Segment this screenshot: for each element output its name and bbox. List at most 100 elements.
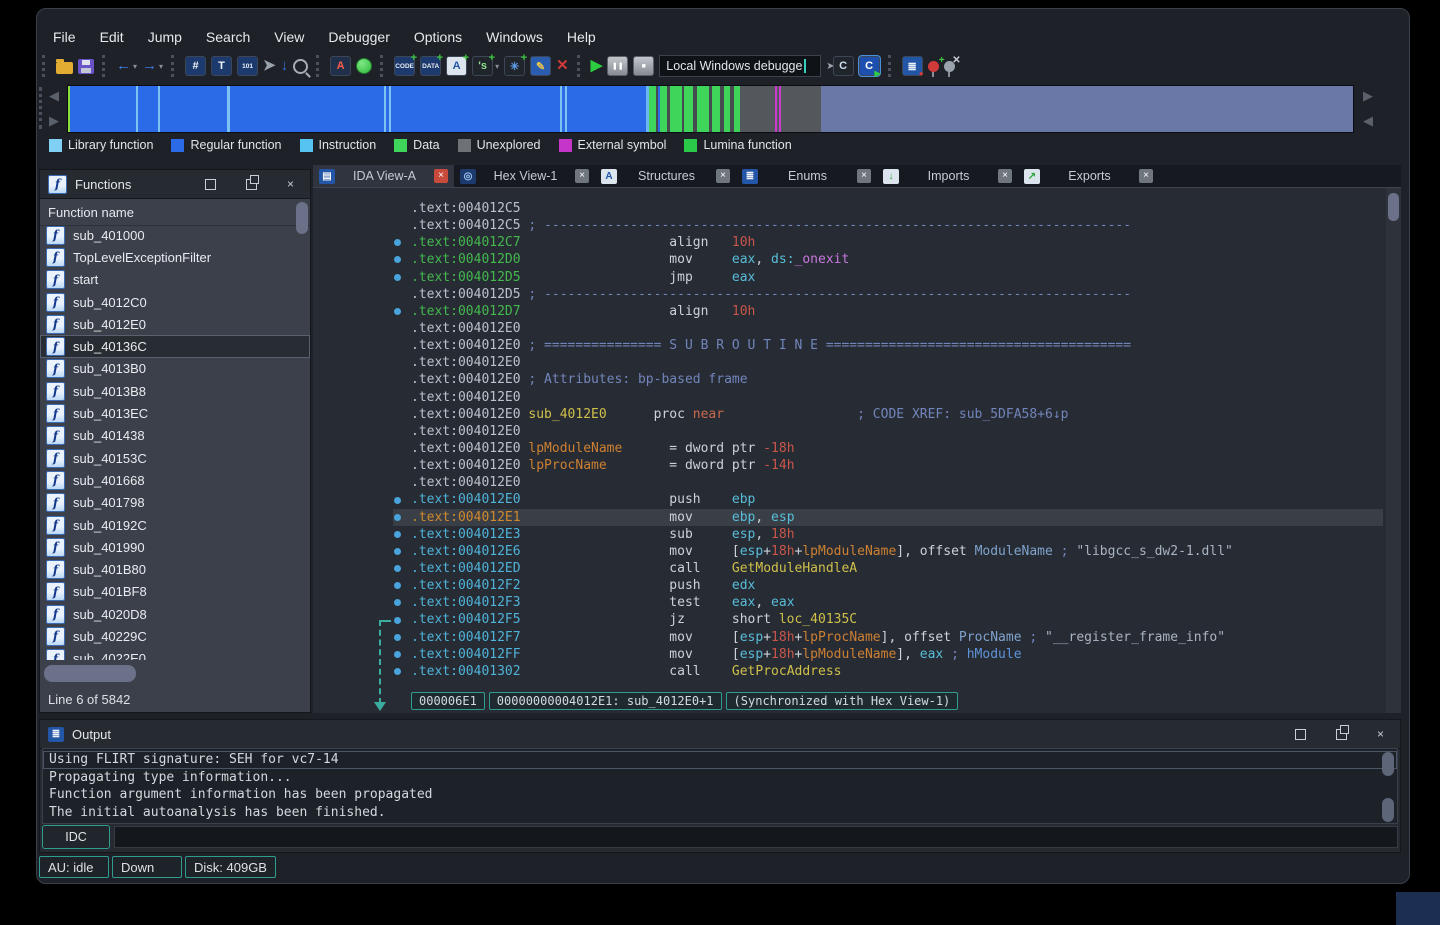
- listing-line[interactable]: .text:004012E0 ; =============== S U B R…: [313, 337, 1401, 354]
- disassembly-vertical-scrollbar[interactable]: [1386, 188, 1401, 713]
- function-row[interactable]: f sub_40229C: [40, 625, 310, 647]
- navband-left-arrows[interactable]: ◀ ▶: [43, 85, 65, 131]
- menu-debugger[interactable]: Debugger: [316, 26, 402, 48]
- create-code-icon[interactable]: CODE +: [394, 52, 417, 76]
- output-panel-titlebar[interactable]: ≣ Output ×: [40, 720, 1400, 749]
- breakpoint-dot[interactable]: [394, 616, 401, 624]
- functions-vertical-scrollbar[interactable]: [296, 200, 308, 660]
- toolbar-grip[interactable]: [316, 55, 322, 77]
- function-row[interactable]: f sub_4013B8: [40, 380, 310, 402]
- toolbar-grip[interactable]: [171, 55, 177, 77]
- listing-line[interactable]: .text:004012D0 mov eax, ds:_onexit: [313, 251, 1401, 268]
- create-string-icon[interactable]: 's +: [472, 52, 495, 76]
- function-row[interactable]: f sub_401798: [40, 492, 310, 514]
- jump-to-name-icon[interactable]: T: [211, 56, 233, 76]
- jump-to-binary-icon[interactable]: 101: [237, 56, 259, 76]
- breakpoint-dot[interactable]: [394, 513, 401, 521]
- listing-line[interactable]: .text:004012C5: [313, 200, 1401, 217]
- function-row[interactable]: f sub_40153C: [40, 447, 310, 469]
- string-caret-icon[interactable]: ▾: [495, 62, 499, 71]
- disassembly-listing[interactable]: .text:004012C5 .text:004012C5 ; ---------…: [313, 200, 1401, 680]
- functions-horizontal-scrollbar[interactable]: [40, 662, 310, 686]
- breakpoint-dot[interactable]: [394, 307, 401, 315]
- menu-windows[interactable]: Windows: [474, 26, 555, 48]
- listing-line[interactable]: .text:004012F7 mov [esp+18h+lpProcName],…: [313, 629, 1401, 646]
- function-row[interactable]: f sub_4022E0: [40, 648, 310, 660]
- functions-column-header[interactable]: Function name: [40, 199, 310, 226]
- float-icon[interactable]: [245, 174, 259, 190]
- function-row[interactable]: f sub_401438: [40, 425, 310, 447]
- navband-scroll-right-icon[interactable]: ▶: [1363, 87, 1373, 104]
- function-row[interactable]: f sub_4012E0: [40, 313, 310, 335]
- scrollbar-thumb[interactable]: [296, 202, 308, 234]
- continue-process-icon[interactable]: C ▶: [858, 56, 881, 78]
- tab-imports[interactable]: ↓ Imports ×: [877, 165, 1018, 187]
- menu-jump[interactable]: Jump: [136, 26, 194, 48]
- scrollbar-thumb[interactable]: [44, 665, 136, 682]
- add-breakpoint-icon[interactable]: +: [927, 55, 945, 77]
- listing-line[interactable]: .text:004012E0: [313, 474, 1401, 491]
- listing-line[interactable]: .text:004012E0: [313, 320, 1401, 337]
- maximize-icon[interactable]: [1294, 728, 1306, 740]
- menu-options[interactable]: Options: [402, 26, 474, 48]
- tab-close-icon[interactable]: ×: [434, 169, 448, 183]
- nav-forward-caret-icon[interactable]: ▾: [159, 62, 163, 71]
- listing-line[interactable]: .text:004012E0 lpModuleName = dword ptr …: [313, 440, 1401, 457]
- tab-hex-view-1[interactable]: ◎ Hex View-1 ×: [454, 165, 595, 187]
- breakpoint-dot[interactable]: [394, 496, 401, 504]
- breakpoint-dot[interactable]: [394, 273, 401, 281]
- tab-enums[interactable]: ≣ Enums ×: [736, 165, 877, 187]
- navband-scroll-left-icon[interactable]: ◀: [49, 87, 59, 104]
- function-row[interactable]: f sub_401000: [40, 224, 310, 246]
- float-icon[interactable]: [1335, 724, 1349, 740]
- function-row[interactable]: f sub_4013B0: [40, 358, 310, 380]
- listing-line[interactable]: .text:004012D7 align 10h: [313, 303, 1401, 320]
- menu-view[interactable]: View: [262, 26, 316, 48]
- navband-scroll-left-icon[interactable]: ◀: [1363, 112, 1373, 129]
- breakpoint-list-icon[interactable]: ≣ ●: [901, 56, 924, 78]
- functions-panel-titlebar[interactable]: f Functions ×: [40, 170, 310, 199]
- open-file-icon[interactable]: [56, 58, 73, 74]
- problems-icon[interactable]: A: [330, 56, 352, 76]
- tab-close-icon[interactable]: ×: [575, 169, 589, 183]
- listing-line[interactable]: .text:004012E0 ; Attributes: bp-based fr…: [313, 371, 1401, 388]
- debugger-combo[interactable]: Local Windows debugge: [659, 55, 822, 77]
- listing-line[interactable]: .text:004012ED call GetModuleHandleA: [313, 560, 1401, 577]
- listing-line[interactable]: .text:004012E0: [313, 354, 1401, 371]
- menu-file[interactable]: File: [41, 26, 88, 48]
- delete-breakpoint-icon[interactable]: ✕: [943, 55, 961, 77]
- breakpoint-dot[interactable]: [394, 668, 401, 676]
- tab-close-icon[interactable]: ×: [857, 169, 871, 183]
- nav-forward-icon[interactable]: →: [142, 57, 157, 75]
- menu-help[interactable]: Help: [555, 26, 608, 48]
- breakpoint-dot[interactable]: [394, 548, 401, 555]
- tab-ida-view-a[interactable]: ▤ IDA View-A ×: [313, 165, 454, 187]
- function-row[interactable]: f start: [40, 269, 310, 291]
- function-row[interactable]: f sub_4020D8: [40, 603, 310, 625]
- create-struct-icon[interactable]: ✳ +: [504, 52, 527, 76]
- nav-back-icon[interactable]: ←: [116, 57, 131, 75]
- tab-exports[interactable]: ↗ Exports ×: [1018, 165, 1159, 187]
- toolbar-grip[interactable]: [887, 55, 894, 77]
- navband-right-arrows[interactable]: ▶ ◀: [1357, 85, 1379, 131]
- menu-search[interactable]: Search: [194, 26, 262, 48]
- listing-line[interactable]: .text:004012E0: [313, 389, 1401, 406]
- close-icon[interactable]: ×: [287, 178, 294, 190]
- edit-icon[interactable]: ✎: [530, 56, 552, 76]
- listing-line[interactable]: .text:004012D5 jmp eax: [313, 269, 1401, 286]
- output-scrollbar-thumb[interactable]: [1382, 798, 1394, 822]
- function-row[interactable]: f TopLevelExceptionFilter: [40, 246, 310, 268]
- function-row[interactable]: f sub_4012C0: [40, 291, 310, 313]
- maximize-icon[interactable]: [204, 178, 216, 190]
- breakpoint-dot[interactable]: [394, 650, 401, 658]
- breakpoint-dot[interactable]: [394, 530, 401, 538]
- cli-input[interactable]: [114, 826, 1398, 848]
- output-text-area[interactable]: Using FLIRT signature: SEH for vc7-14 Pro…: [42, 748, 1398, 824]
- listing-line[interactable]: .text:004012E0: [313, 423, 1401, 440]
- stop-process-icon[interactable]: ■: [633, 56, 655, 76]
- listing-line[interactable]: .text:004012D5 ; -----------------------…: [313, 286, 1401, 303]
- nav-back-caret-icon[interactable]: ▾: [133, 62, 137, 71]
- navband-scroll-right-icon[interactable]: ▶: [49, 112, 59, 129]
- function-row[interactable]: f sub_401668: [40, 469, 310, 491]
- start-process-icon[interactable]: ▶: [591, 57, 603, 75]
